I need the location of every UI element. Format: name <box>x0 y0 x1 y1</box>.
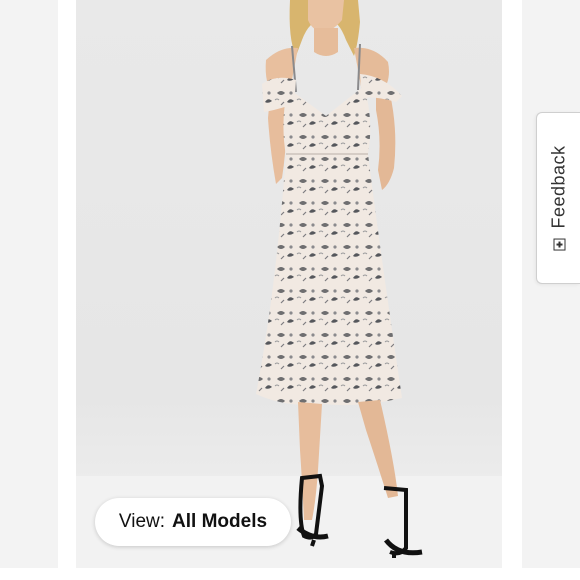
previous-image-peek[interactable] <box>0 0 58 568</box>
view-label: View: <box>118 511 166 532</box>
plus-box-icon <box>552 238 565 251</box>
feedback-tab[interactable]: Feedback <box>536 112 580 284</box>
next-image-peek[interactable] <box>522 0 580 568</box>
feedback-content: Feedback <box>548 145 569 251</box>
model-wearing-dress-image <box>256 0 423 558</box>
product-photo[interactable] <box>76 0 502 568</box>
view-models-button[interactable]: View: All Models <box>95 498 291 546</box>
bottom-spacer <box>0 568 580 580</box>
product-gallery: View: All Models Feedback <box>0 0 580 580</box>
view-value: All Models <box>172 511 268 532</box>
feedback-label: Feedback <box>548 145 568 229</box>
